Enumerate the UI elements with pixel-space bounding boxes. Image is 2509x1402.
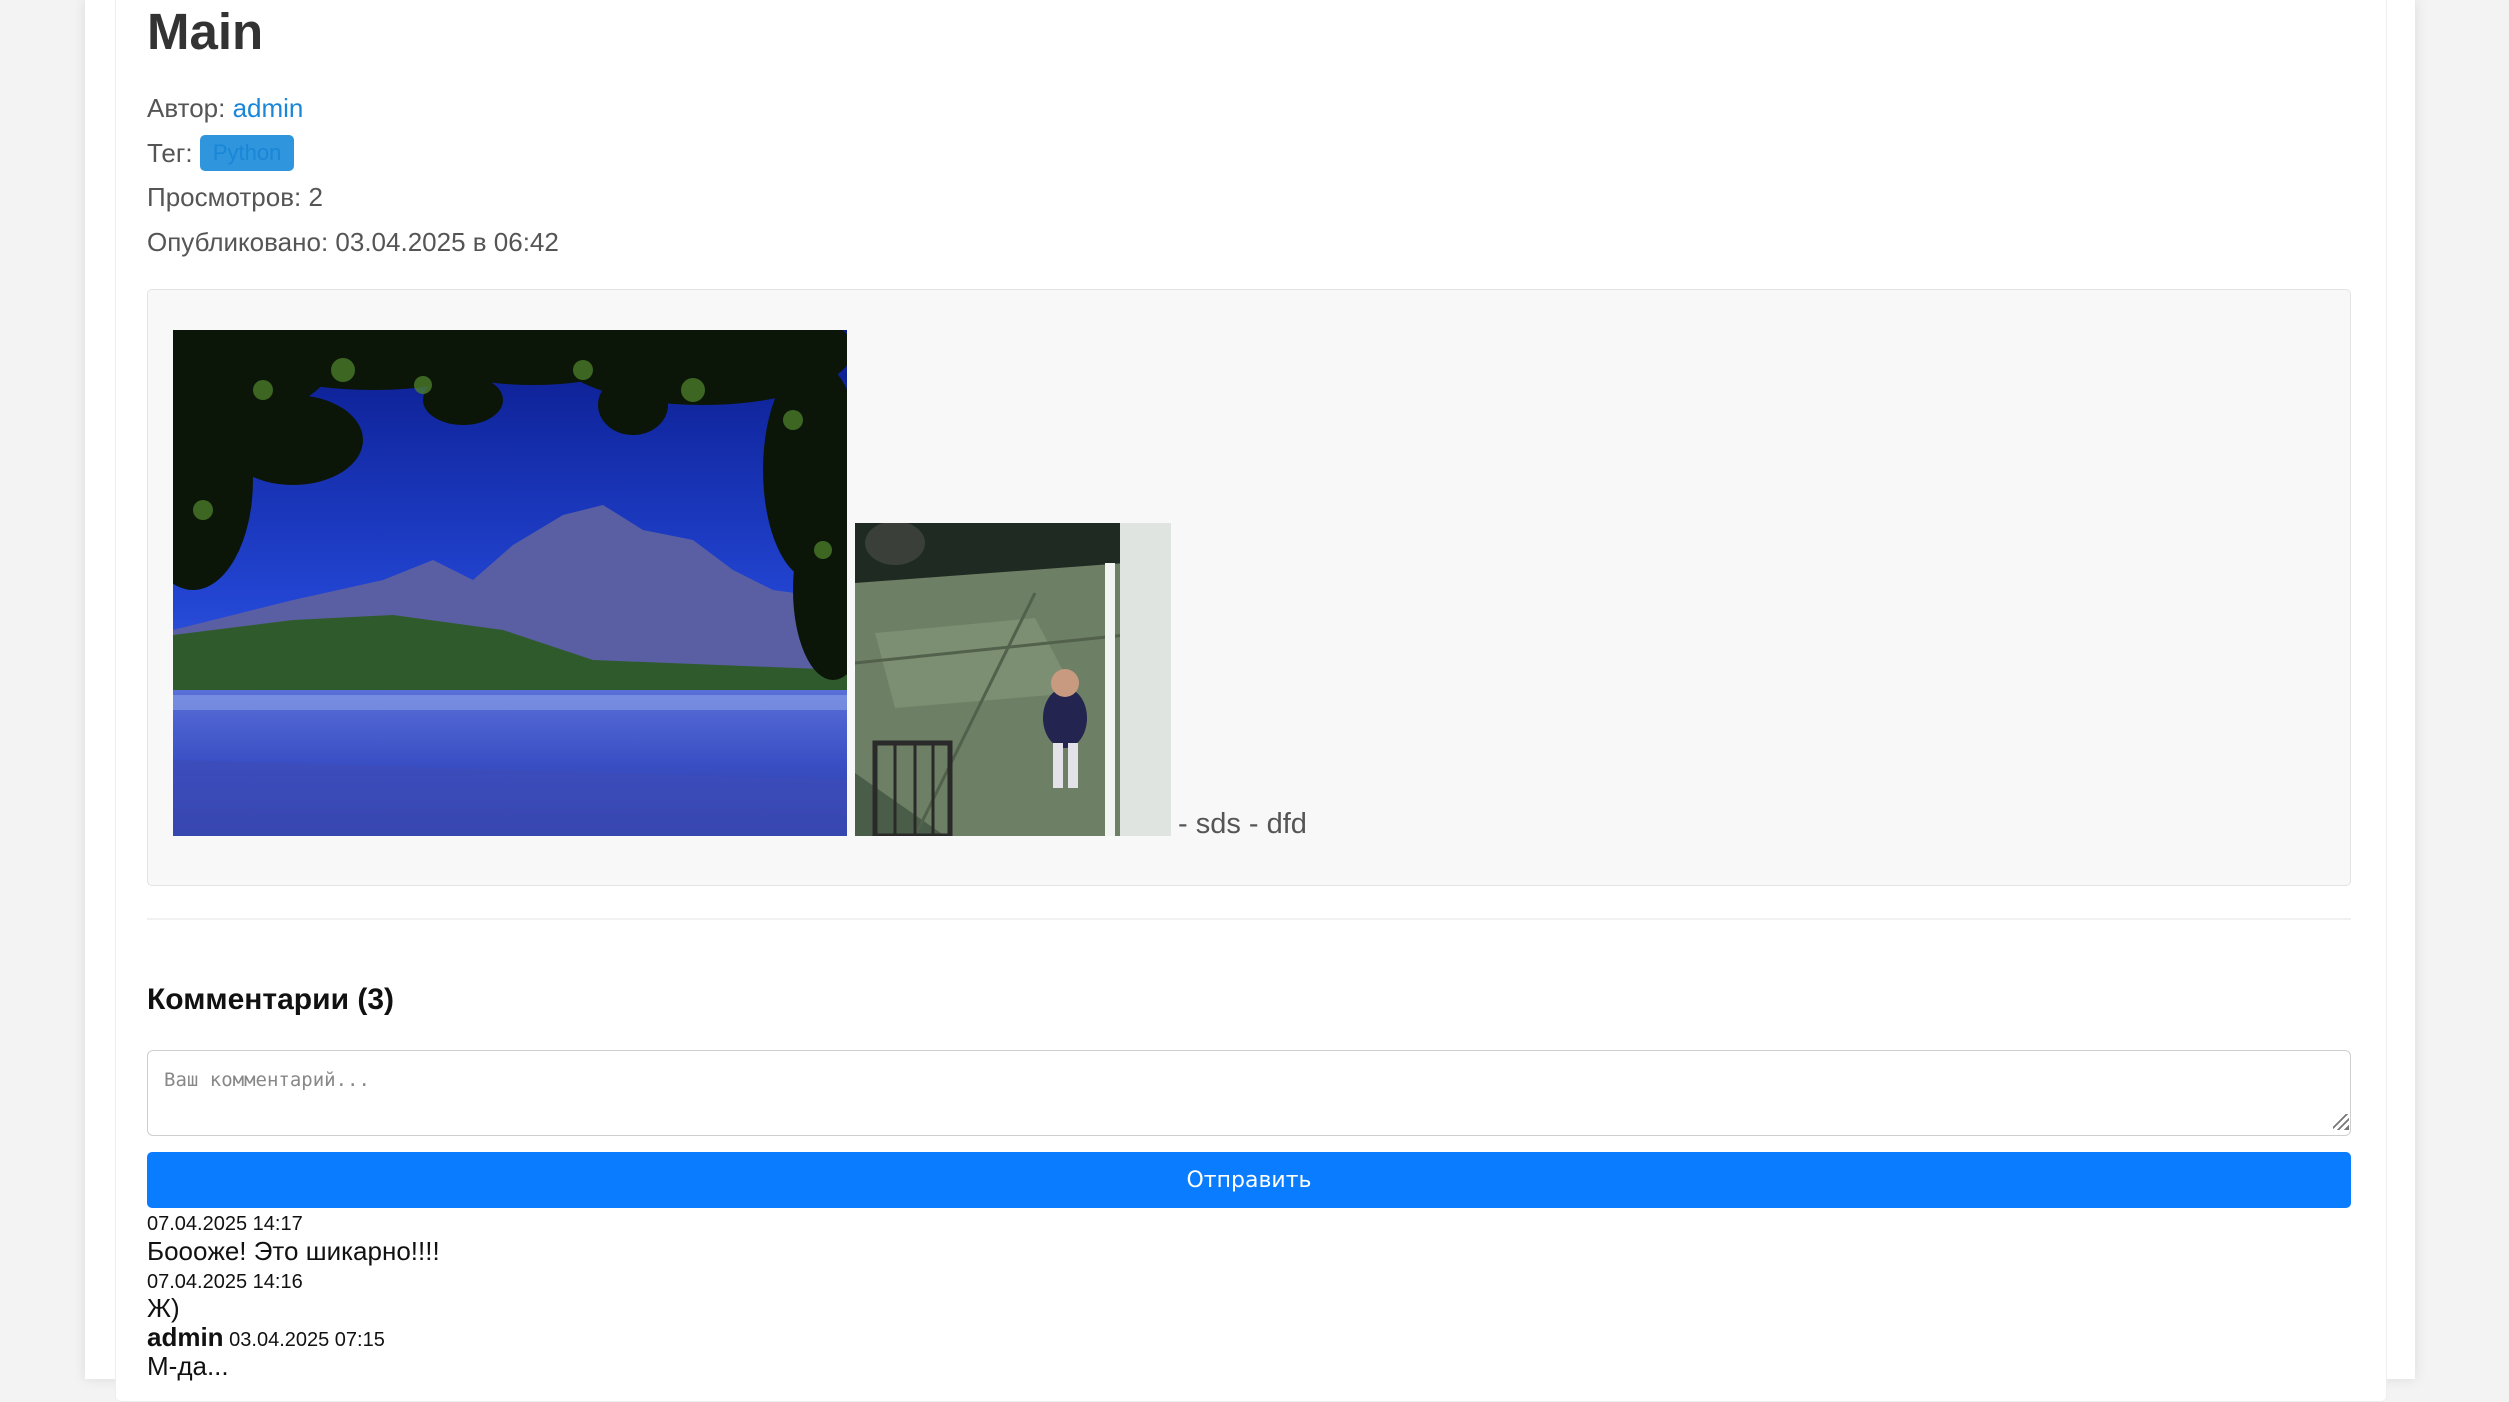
post-content: - sds - dfd bbox=[147, 289, 2351, 886]
comment-1-text: Бoooже! Это шикарно!!!! bbox=[147, 1236, 440, 1266]
section-divider bbox=[147, 918, 2351, 920]
post-published-line: Опубликовано: 03.04.2025 в 06:42 bbox=[147, 226, 559, 258]
comment-3-header: admin 03.04.2025 07:15 bbox=[147, 1322, 385, 1352]
comment-1-date: 07.04.2025 14:17 bbox=[147, 1213, 303, 1235]
landscape-image bbox=[173, 330, 847, 836]
comment-3-date: 03.04.2025 07:15 bbox=[229, 1329, 385, 1351]
comment-3-author: admin bbox=[147, 1322, 224, 1352]
author-label: Автор: bbox=[147, 93, 226, 123]
textarea-resize-handle[interactable] bbox=[2333, 1114, 2349, 1130]
post-tag-line: Тег: Python bbox=[147, 135, 295, 173]
comment-textarea[interactable] bbox=[147, 1050, 2351, 1136]
post-title: Main bbox=[147, 3, 264, 60]
comment-2-text: Ж) bbox=[147, 1293, 180, 1323]
post-author-line: Автор: admin bbox=[147, 92, 303, 124]
comment-3-text: М-да... bbox=[147, 1351, 229, 1381]
published-label: Опубликовано: bbox=[147, 227, 329, 257]
comment-2-date: 07.04.2025 14:16 bbox=[147, 1271, 303, 1293]
post-views-line: Просмотров: 2 bbox=[147, 181, 323, 213]
post-caption: - sds - dfd bbox=[1178, 808, 1307, 840]
submit-comment-button[interactable]: Отправить bbox=[147, 1152, 2351, 1208]
tag-label: Тег: bbox=[147, 138, 193, 168]
published-date: 03.04.2025 в 06:42 bbox=[335, 227, 559, 257]
views-label: Просмотров: bbox=[147, 182, 302, 212]
author-link[interactable]: admin bbox=[233, 93, 304, 123]
comments-heading: Комментарии (3) bbox=[147, 983, 395, 1016]
tag-badge-python[interactable]: Python bbox=[199, 135, 295, 172]
cctv-video-image bbox=[855, 523, 1171, 836]
views-count: 2 bbox=[308, 182, 323, 212]
